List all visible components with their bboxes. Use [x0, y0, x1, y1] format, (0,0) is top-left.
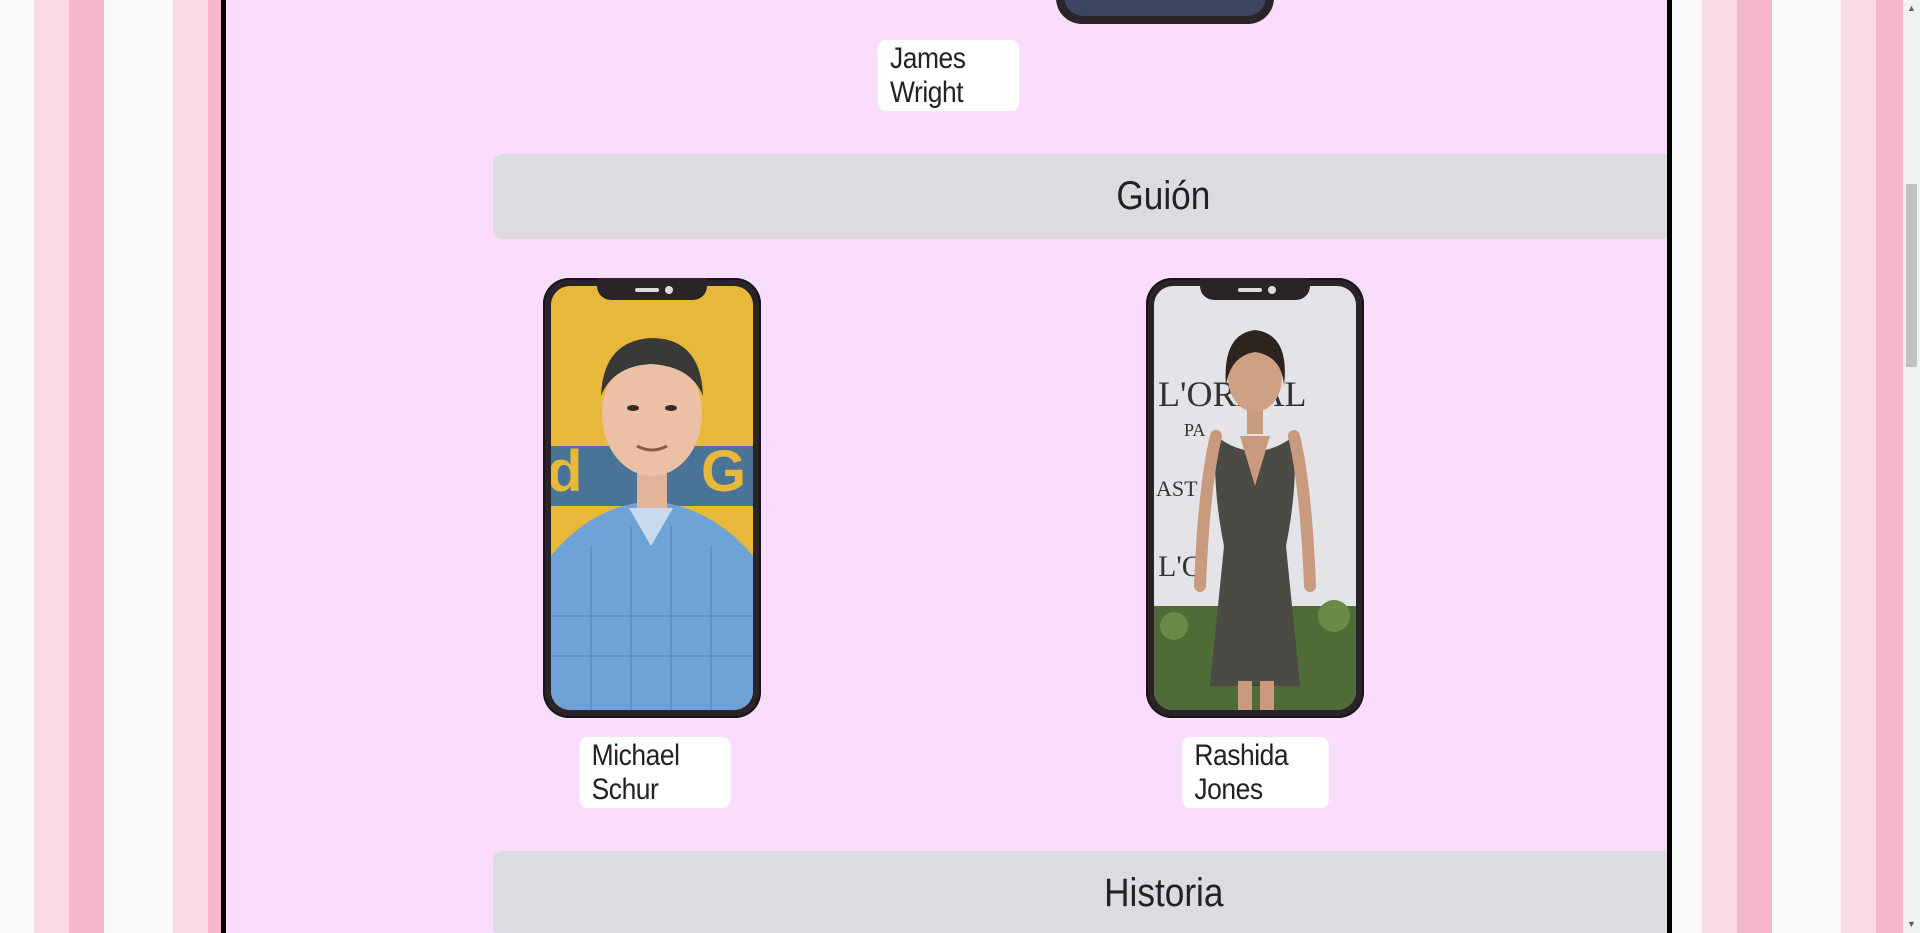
- phone-notch: [1200, 278, 1310, 300]
- section-title: Guión: [1116, 174, 1211, 218]
- chevron-down-icon[interactable]: ▼: [1903, 916, 1920, 933]
- section-header-guion: Guión: [493, 154, 1667, 239]
- photo-screen: L'ORÉAL PA AST L'O: [1154, 286, 1356, 710]
- svg-text:d: d: [551, 439, 582, 504]
- person-name-james-wright: James Wright: [877, 40, 1020, 111]
- rashida-jones-portrait: L'ORÉAL PA AST L'O: [1154, 286, 1356, 710]
- section-header-historia: Historia: [493, 851, 1667, 933]
- person-name-michael-schur: Michael Schur: [579, 737, 731, 808]
- person-name-rashida-jones: Rashida Jones: [1182, 737, 1329, 808]
- person-photo-rashida-jones[interactable]: L'ORÉAL PA AST L'O: [1146, 278, 1364, 718]
- vertical-scrollbar[interactable]: ▲ ▼: [1903, 0, 1920, 933]
- svg-text:AST: AST: [1156, 476, 1198, 501]
- phone-frame-partial: [1056, 0, 1274, 24]
- svg-text:PA: PA: [1184, 420, 1205, 440]
- chevron-up-icon[interactable]: ▲: [1903, 0, 1920, 17]
- phone-notch: [597, 278, 707, 300]
- person-photo-michael-schur[interactable]: d G: [543, 278, 761, 718]
- michael-schur-portrait: d G: [551, 286, 753, 710]
- photo-screen: d G: [551, 286, 753, 710]
- scrollbar-thumb[interactable]: [1906, 184, 1917, 367]
- section-title: Historia: [1103, 871, 1224, 915]
- content-panel: James Wright Guión d G Michael Sc: [221, 0, 1672, 933]
- svg-text:G: G: [701, 439, 746, 504]
